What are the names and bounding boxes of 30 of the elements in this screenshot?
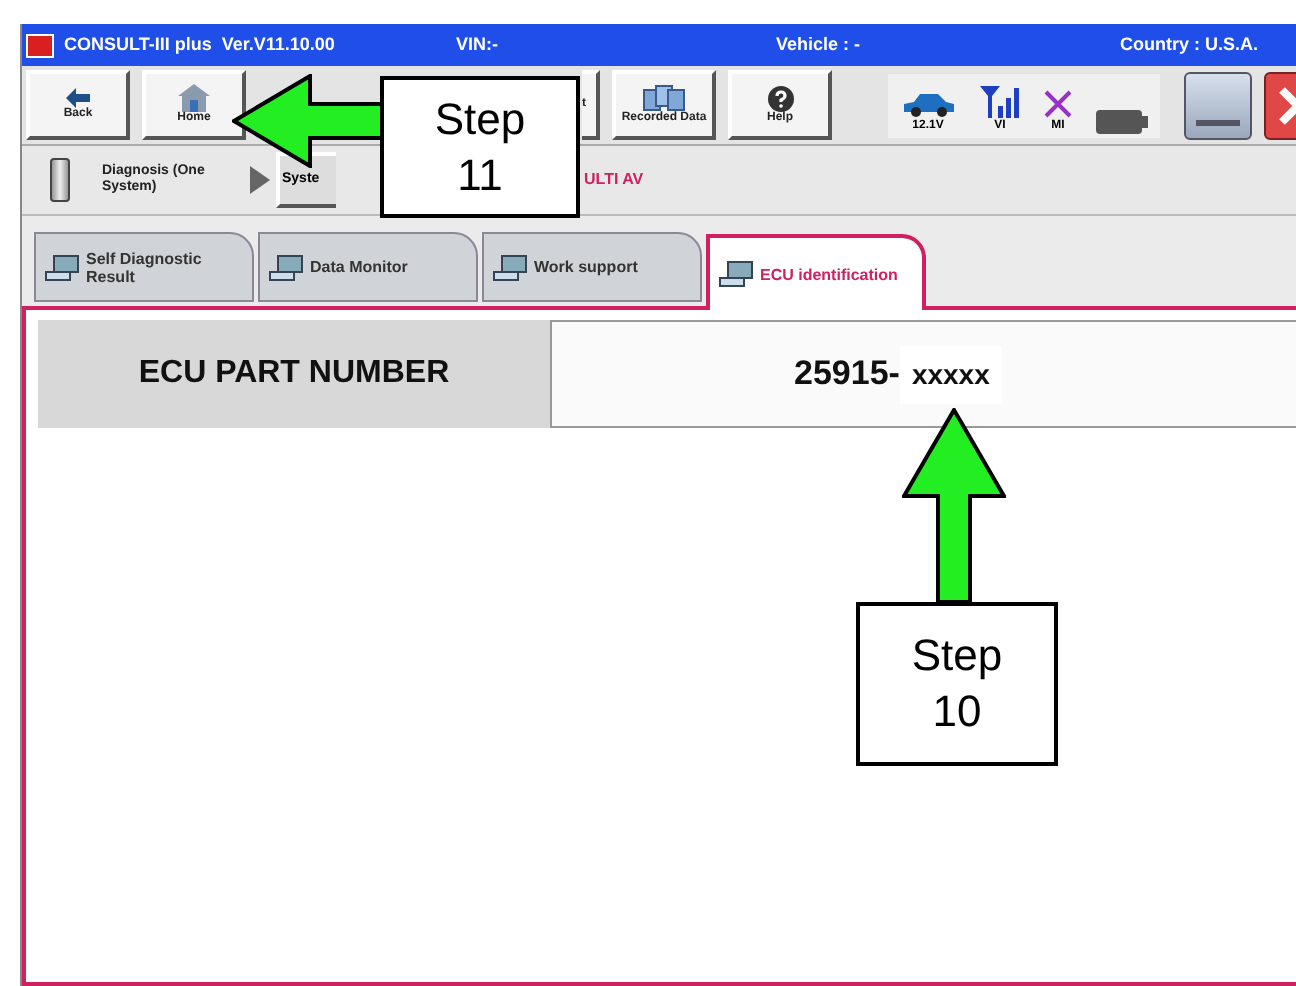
computer-icon: [44, 253, 80, 281]
tab[interactable]: ECU identification: [706, 234, 926, 310]
car-icon: [900, 89, 956, 117]
app-title: CONSULT-III plus Ver.V11.10.00: [64, 31, 337, 58]
tab[interactable]: Data Monitor: [258, 232, 478, 302]
battery-icon: [1096, 109, 1148, 133]
signal-icon: [980, 85, 1020, 117]
country-label: Country : U.S.A.: [1120, 31, 1258, 58]
vehicle-label: Vehicle : -: [776, 31, 863, 58]
system-name: ULTI AV: [584, 168, 644, 192]
help-icon: [767, 85, 793, 111]
triangle-icon: [250, 166, 270, 194]
files-icon: [642, 84, 686, 112]
app-logo-icon: [26, 33, 54, 57]
device-icon: [50, 158, 70, 202]
step-callout: Step 11: [380, 76, 580, 218]
minimize-button[interactable]: [1184, 71, 1252, 139]
step-callout: Step 10: [856, 602, 1058, 766]
tab[interactable]: Self Diagnostic Result: [34, 232, 254, 302]
computer-icon: [718, 260, 754, 288]
computer-icon: [268, 253, 304, 281]
field-label: ECU PART NUMBER: [38, 320, 550, 428]
cross-icon: [1044, 89, 1072, 117]
house-icon: [178, 84, 210, 112]
masked-value: xxxxx: [899, 345, 1002, 403]
vin-label: VIN:-: [456, 31, 500, 58]
computer-icon: [492, 253, 528, 281]
back-arrow-icon: [66, 88, 90, 108]
part-number-value: 25915- xxxxx: [550, 320, 1296, 428]
tab[interactable]: Work support: [482, 232, 702, 302]
